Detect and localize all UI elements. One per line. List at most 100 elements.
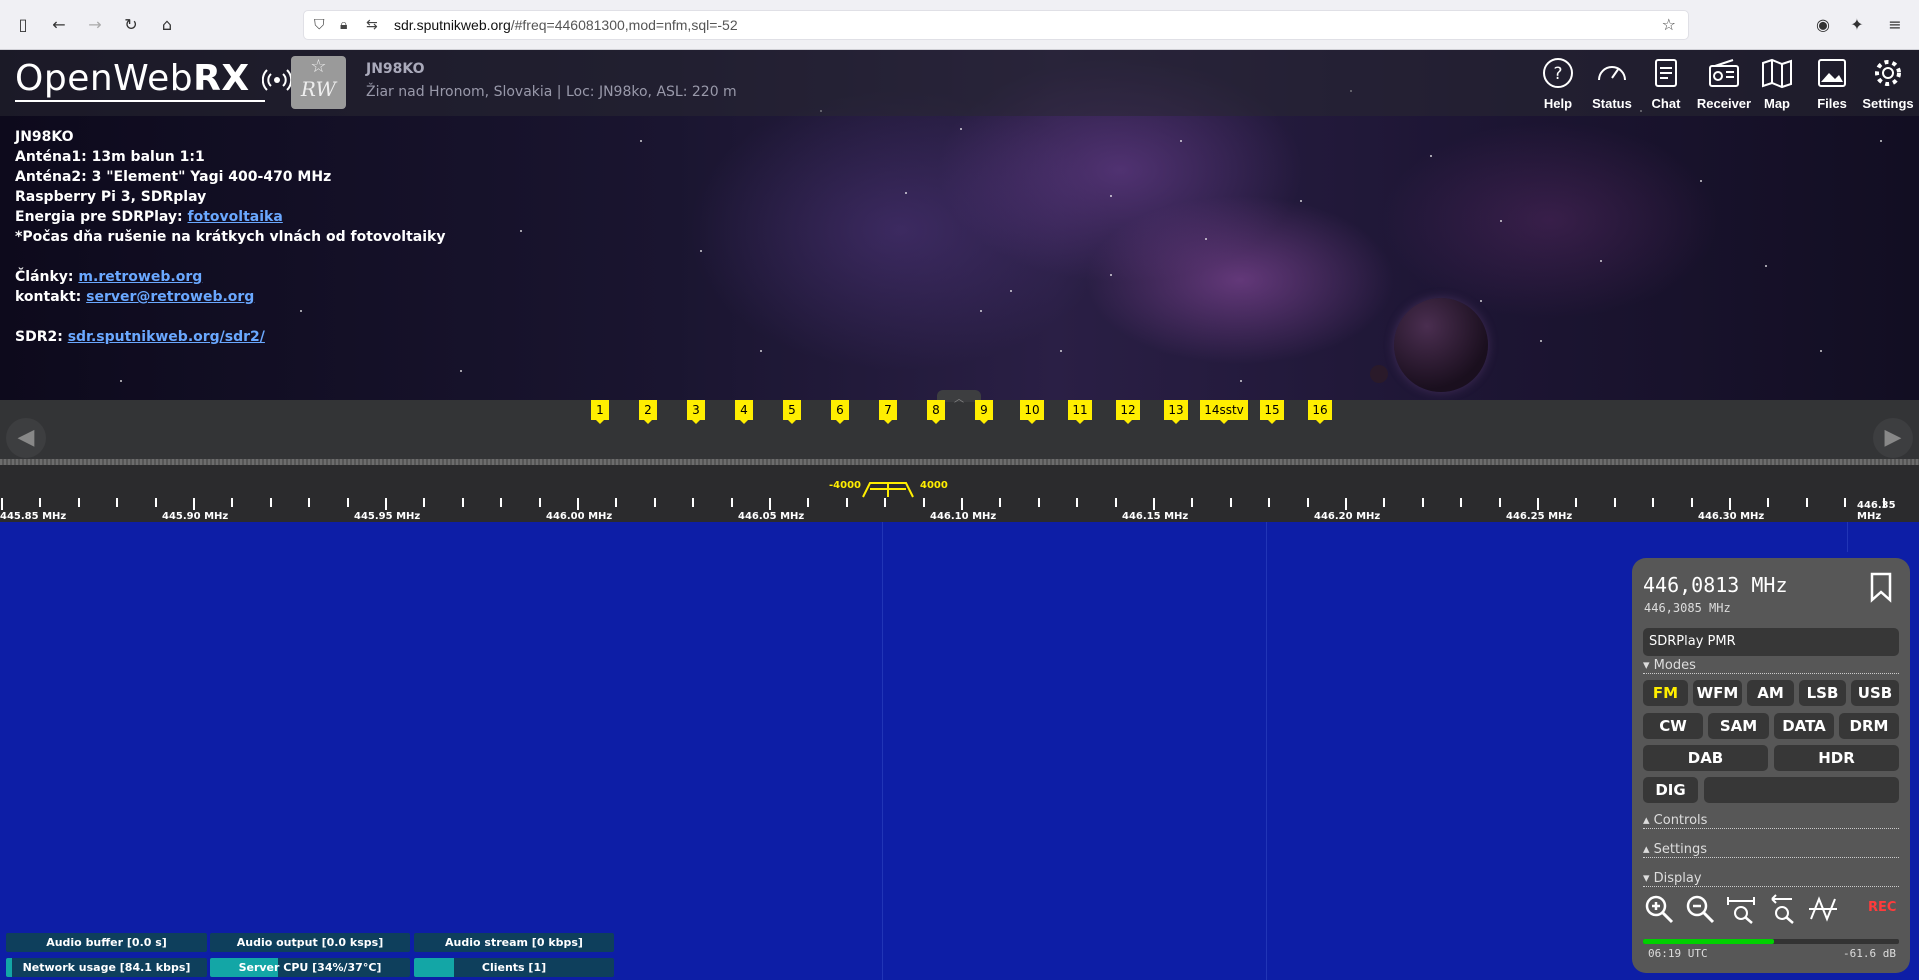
url-bar[interactable]: ⛉ 🔒︎ ⇆ sdr.sputnikweb.org/#freq=44608130…: [303, 10, 1689, 40]
mode-button-usb[interactable]: USB: [1851, 680, 1899, 706]
clanky-link[interactable]: m.retroweb.org: [78, 269, 202, 285]
help-icon: ?: [1543, 58, 1573, 88]
back-icon[interactable]: ←: [48, 14, 70, 36]
scale-tick: [1230, 498, 1232, 507]
zoom-reset-icon[interactable]: [1766, 893, 1798, 925]
frequency-scale[interactable]: -4000 4000 445.85 MHz 445.90 MHz 445.95 MH…: [0, 465, 1919, 522]
scale-tick: [1460, 498, 1462, 507]
spectrum-area[interactable]: ︿ ◀ ▶ 1 2 3 4 5 6 7 8 9 10 11 12 13 14sstv 15 16: [0, 390, 1919, 465]
mode-button-wfm[interactable]: WFM: [1693, 680, 1742, 706]
url-text: sdr.sputnikweb.org/#freq=446081300,mod=n…: [394, 17, 738, 33]
waterfall-auto-icon[interactable]: [1807, 893, 1839, 925]
bookmark-1[interactable]: 1: [591, 400, 609, 424]
star: [1300, 200, 1302, 202]
mode-button-dig[interactable]: DIG: [1643, 777, 1698, 803]
extensions-icon[interactable]: ✦: [1846, 14, 1868, 36]
receiver-name: JN98KO: [366, 61, 425, 77]
fotovoltaika-link[interactable]: fotovoltaika: [188, 209, 283, 225]
zoom-fit-icon[interactable]: [1725, 893, 1757, 925]
scale-label: 446.35 MHz: [1857, 500, 1896, 522]
scale-tick: [923, 498, 925, 507]
bookmark-13[interactable]: 13: [1164, 400, 1188, 424]
bookmark-5[interactable]: 5: [783, 400, 801, 424]
star: [980, 310, 982, 312]
status-button[interactable]: Status: [1589, 56, 1635, 111]
settings-section-header[interactable]: ▴ Settings: [1643, 842, 1899, 858]
home-icon[interactable]: ⌂: [156, 14, 178, 36]
frequency-display[interactable]: 446,0813 MHz: [1643, 573, 1788, 597]
sdr2-link[interactable]: sdr.sputnikweb.org/sdr2/: [68, 329, 265, 345]
waterfall-signal-line: [882, 522, 883, 980]
help-button[interactable]: ? Help: [1539, 56, 1577, 111]
files-button[interactable]: Files: [1813, 56, 1851, 111]
scroll-right-button[interactable]: ▶: [1873, 418, 1913, 458]
audio-stream-status: Audio stream [0 kbps]: [414, 933, 614, 952]
bookmark-14sstv[interactable]: 14sstv: [1200, 400, 1248, 424]
bookmark-star-icon[interactable]: ☆: [1662, 15, 1676, 34]
bookmark-15[interactable]: 15: [1260, 400, 1284, 424]
openwebrx-logo[interactable]: OpenWebRX: [15, 58, 292, 99]
chat-button[interactable]: Chat: [1647, 56, 1685, 111]
account-icon[interactable]: ◉: [1812, 14, 1834, 36]
mode-button-fm[interactable]: FM: [1643, 680, 1688, 706]
scale-tick: [1268, 498, 1270, 507]
profile-select[interactable]: SDRPlay PMR: [1643, 628, 1899, 656]
kontakt-link[interactable]: server@retroweb.org: [86, 289, 254, 305]
scale-tick: [1076, 498, 1078, 507]
scale-tick: [1115, 498, 1117, 507]
sidebar-toggle-icon[interactable]: ▯: [12, 14, 34, 36]
passband-marker[interactable]: [862, 479, 914, 499]
bookmark-7[interactable]: 7: [879, 400, 897, 424]
receiver-icon: [1709, 59, 1739, 87]
scale-tick: [1537, 498, 1539, 510]
info-line: Anténa1: 13m balun 1:1: [15, 149, 205, 165]
receiver-avatar[interactable]: ☆ RW: [291, 56, 346, 109]
scale-tick: [615, 498, 617, 507]
star: [1060, 350, 1062, 352]
mode-button-hdr[interactable]: HDR: [1774, 745, 1899, 771]
receiver-button[interactable]: Receiver: [1693, 56, 1755, 111]
bookmark-icon[interactable]: [1866, 571, 1896, 603]
scale-tick: [846, 498, 848, 507]
controls-section-header[interactable]: ▴ Controls: [1643, 813, 1899, 829]
mode-button-sam[interactable]: SAM: [1708, 713, 1769, 739]
bookmark-3[interactable]: 3: [687, 400, 705, 424]
scroll-left-button[interactable]: ◀: [6, 418, 46, 458]
bookmark-12[interactable]: 12: [1116, 400, 1140, 424]
mode-button-data[interactable]: DATA: [1774, 713, 1834, 739]
star: [1110, 195, 1112, 197]
bookmark-11[interactable]: 11: [1068, 400, 1092, 424]
bookmark-16[interactable]: 16: [1308, 400, 1332, 424]
scale-tick: [1153, 498, 1155, 510]
info-line: SDR2: sdr.sputnikweb.org/sdr2/: [15, 329, 265, 345]
bookmark-4[interactable]: 4: [735, 400, 753, 424]
display-section-header[interactable]: ▾ Display: [1643, 871, 1899, 887]
map-button[interactable]: Map: [1759, 56, 1795, 111]
bookmark-2[interactable]: 2: [639, 400, 657, 424]
mode-button-drm[interactable]: DRM: [1839, 713, 1899, 739]
zoom-in-icon[interactable]: [1643, 893, 1675, 925]
bookmark-9[interactable]: 9: [975, 400, 993, 424]
forward-icon[interactable]: →: [84, 14, 106, 36]
digital-mode-select[interactable]: [1704, 777, 1899, 803]
modes-section-header[interactable]: ▾ Modes: [1643, 658, 1899, 674]
settings-button[interactable]: Settings: [1859, 56, 1917, 111]
mode-button-lsb[interactable]: LSB: [1799, 680, 1846, 706]
filter-low-label: -4000: [829, 480, 861, 491]
bookmark-10[interactable]: 10: [1020, 400, 1044, 424]
reload-icon[interactable]: ↻: [120, 14, 142, 36]
mode-button-am[interactable]: AM: [1747, 680, 1794, 706]
scale-tick: [1383, 498, 1385, 507]
menu-icon[interactable]: ≡: [1884, 14, 1906, 36]
receiver-description: Žiar nad Hronom, Slovakia | Loc: JN98ko,…: [366, 84, 737, 100]
mode-button-cw[interactable]: CW: [1643, 713, 1703, 739]
bookmark-8[interactable]: 8: [927, 400, 945, 424]
record-button[interactable]: REC: [1868, 900, 1896, 915]
info-line: *Počas dňa rušenie na krátkych vlnách od…: [15, 229, 446, 245]
bookmark-6[interactable]: 6: [831, 400, 849, 424]
waterfall-signal-line: [1266, 522, 1267, 980]
mode-button-dab[interactable]: DAB: [1643, 745, 1768, 771]
utc-clock: 06:19 UTC: [1648, 947, 1708, 960]
zoom-out-icon[interactable]: [1684, 893, 1716, 925]
info-line: Články: m.retroweb.org: [15, 269, 203, 285]
